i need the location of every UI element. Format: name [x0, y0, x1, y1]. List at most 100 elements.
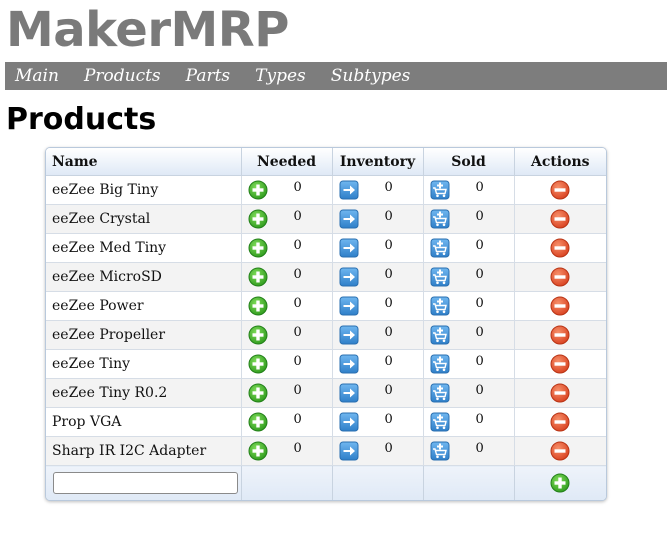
needed-value: 0 — [293, 179, 302, 195]
needed-cell: 0 — [241, 320, 333, 350]
nav-products[interactable]: Products — [84, 66, 161, 86]
plus-circle-icon[interactable] — [248, 180, 268, 200]
plus-circle-icon[interactable] — [248, 267, 268, 287]
product-name: Prop VGA — [46, 407, 242, 437]
table-row: eeZee Propeller 0 0 0 — [46, 320, 606, 350]
minus-circle-icon[interactable] — [550, 383, 570, 403]
needed-cell: 0 — [241, 349, 333, 379]
inventory-cell: 0 — [332, 378, 424, 408]
arrow-right-icon[interactable] — [339, 180, 359, 200]
sold-cell: 0 — [423, 320, 515, 350]
new-product-row — [46, 465, 606, 500]
cart-add-icon[interactable] — [430, 296, 450, 316]
minus-circle-icon[interactable] — [550, 238, 570, 258]
nav-subtypes[interactable]: Subtypes — [331, 66, 411, 86]
minus-circle-icon[interactable] — [550, 354, 570, 374]
table-row: eeZee Med Tiny 0 0 0 — [46, 233, 606, 263]
plus-circle-icon[interactable] — [248, 325, 268, 345]
inventory-value: 0 — [384, 411, 393, 427]
needed-value: 0 — [293, 324, 302, 340]
product-name: eeZee Tiny R0.2 — [46, 378, 242, 408]
sold-value: 0 — [475, 208, 484, 224]
actions-cell — [514, 436, 606, 466]
needed-cell: 0 — [241, 407, 333, 437]
inventory-value: 0 — [384, 208, 393, 224]
cart-add-icon[interactable] — [430, 441, 450, 461]
table-row: Sharp IR I2C Adapter 0 0 0 — [46, 436, 606, 466]
sold-cell: 0 — [423, 349, 515, 379]
arrow-right-icon[interactable] — [339, 296, 359, 316]
sold-cell: 0 — [423, 233, 515, 263]
inventory-value: 0 — [384, 295, 393, 311]
needed-cell: 0 — [241, 262, 333, 292]
arrow-right-icon[interactable] — [339, 412, 359, 432]
cart-add-icon[interactable] — [430, 383, 450, 403]
actions-cell — [514, 175, 606, 205]
sold-value: 0 — [475, 295, 484, 311]
table-row: eeZee Crystal 0 0 0 — [46, 204, 606, 234]
cart-add-icon[interactable] — [430, 267, 450, 287]
plus-circle-icon[interactable] — [248, 296, 268, 316]
needed-cell: 0 — [241, 291, 333, 321]
cart-add-icon[interactable] — [430, 209, 450, 229]
minus-circle-icon[interactable] — [550, 412, 570, 432]
products-table: Name Needed Inventory Sold Actions eeZee… — [46, 148, 606, 500]
minus-circle-icon[interactable] — [550, 441, 570, 461]
plus-circle-icon[interactable] — [248, 209, 268, 229]
minus-circle-icon[interactable] — [550, 267, 570, 287]
footer-empty-cell — [241, 465, 333, 500]
product-name: eeZee Crystal — [46, 204, 242, 234]
arrow-right-icon[interactable] — [339, 267, 359, 287]
inventory-value: 0 — [384, 353, 393, 369]
minus-circle-icon[interactable] — [550, 325, 570, 345]
inventory-cell: 0 — [332, 407, 424, 437]
plus-circle-icon[interactable] — [248, 354, 268, 374]
new-product-name-input[interactable] — [53, 472, 238, 494]
minus-circle-icon[interactable] — [550, 209, 570, 229]
footer-empty-cell — [332, 465, 424, 500]
actions-cell — [514, 204, 606, 234]
sold-value: 0 — [475, 266, 484, 282]
nav-main[interactable]: Main — [15, 66, 59, 86]
minus-circle-icon[interactable] — [550, 296, 570, 316]
nav-parts[interactable]: Parts — [186, 66, 231, 86]
inventory-value: 0 — [384, 266, 393, 282]
sold-cell: 0 — [423, 291, 515, 321]
actions-cell — [514, 378, 606, 408]
column-header-actions: Actions — [514, 148, 606, 176]
arrow-right-icon[interactable] — [339, 238, 359, 258]
inventory-cell: 0 — [332, 291, 424, 321]
column-header-inventory: Inventory — [332, 148, 424, 176]
column-header-name: Name — [46, 148, 242, 176]
arrow-right-icon[interactable] — [339, 441, 359, 461]
inventory-cell: 0 — [332, 233, 424, 263]
cart-add-icon[interactable] — [430, 325, 450, 345]
plus-circle-icon[interactable] — [248, 441, 268, 461]
plus-circle-icon[interactable] — [248, 412, 268, 432]
cart-add-icon[interactable] — [430, 412, 450, 432]
arrow-right-icon[interactable] — [339, 383, 359, 403]
needed-value: 0 — [293, 266, 302, 282]
cart-add-icon[interactable] — [430, 180, 450, 200]
inventory-cell: 0 — [332, 204, 424, 234]
sold-cell: 0 — [423, 436, 515, 466]
minus-circle-icon[interactable] — [550, 180, 570, 200]
table-row: eeZee Power 0 0 0 — [46, 291, 606, 321]
add-product-icon[interactable] — [550, 473, 570, 493]
product-name: eeZee Power — [46, 291, 242, 321]
cart-add-icon[interactable] — [430, 238, 450, 258]
needed-value: 0 — [293, 353, 302, 369]
sold-value: 0 — [475, 353, 484, 369]
table-header-row: Name Needed Inventory Sold Actions — [46, 148, 606, 176]
arrow-right-icon[interactable] — [339, 325, 359, 345]
plus-circle-icon[interactable] — [248, 238, 268, 258]
table-row: eeZee MicroSD 0 0 0 — [46, 262, 606, 292]
arrow-right-icon[interactable] — [339, 354, 359, 374]
cart-add-icon[interactable] — [430, 354, 450, 374]
nav-types[interactable]: Types — [255, 66, 306, 86]
app-title: MakerMRP — [6, 2, 289, 58]
plus-circle-icon[interactable] — [248, 383, 268, 403]
footer-empty-cell — [423, 465, 515, 500]
inventory-value: 0 — [384, 179, 393, 195]
arrow-right-icon[interactable] — [339, 209, 359, 229]
